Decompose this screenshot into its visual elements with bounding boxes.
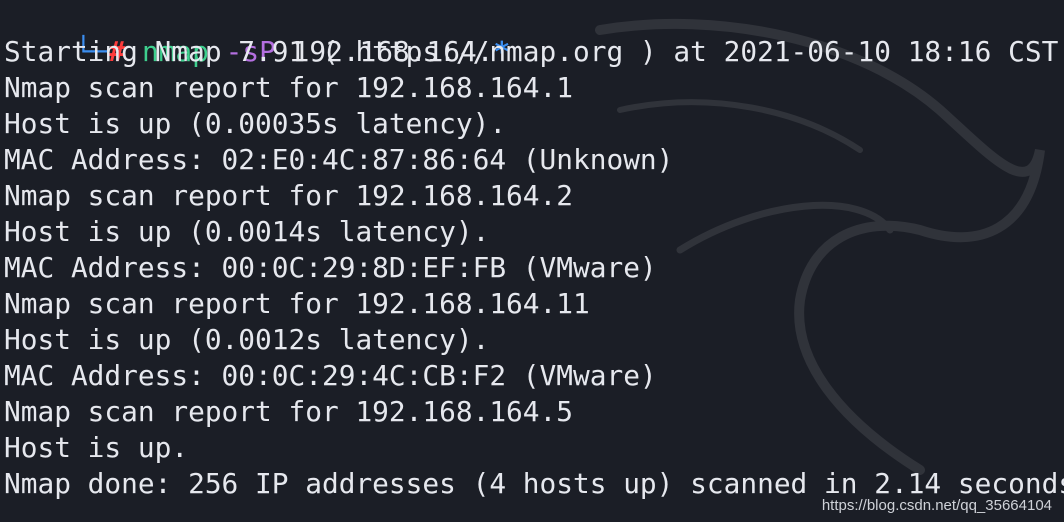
output-line: Host is up (0.0012s latency). [4, 323, 490, 356]
output-line: Nmap scan report for 192.168.164.11 [4, 287, 590, 320]
output-line: MAC Address: 00:0C:29:4C:CB:F2 (VMware) [4, 359, 657, 392]
output-line: Host is up (0.00035s latency). [4, 107, 507, 140]
command-prompt-line[interactable]: └─# nmap -sP 192.168.164.* [8, 0, 510, 68]
output-line: Nmap scan report for 192.168.164.2 [4, 179, 573, 212]
output-line: MAC Address: 02:E0:4C:87:86:64 (Unknown) [4, 143, 674, 176]
output-line: Starting Nmap 7.91 ( https://nmap.org ) … [4, 35, 1059, 68]
csdn-watermark-text: https://blog.csdn.net/qq_35664104 [821, 497, 1052, 514]
output-line: Host is up. [4, 431, 189, 464]
terminal-window[interactable]: └─# nmap -sP 192.168.164.* Starting Nmap… [0, 0, 1064, 522]
output-line: Host is up (0.0014s latency). [4, 215, 490, 248]
output-line: Nmap scan report for 192.168.164.5 [4, 395, 573, 428]
output-line: Nmap scan report for 192.168.164.1 [4, 71, 573, 104]
output-line: MAC Address: 00:0C:29:8D:EF:FB (VMware) [4, 251, 657, 284]
